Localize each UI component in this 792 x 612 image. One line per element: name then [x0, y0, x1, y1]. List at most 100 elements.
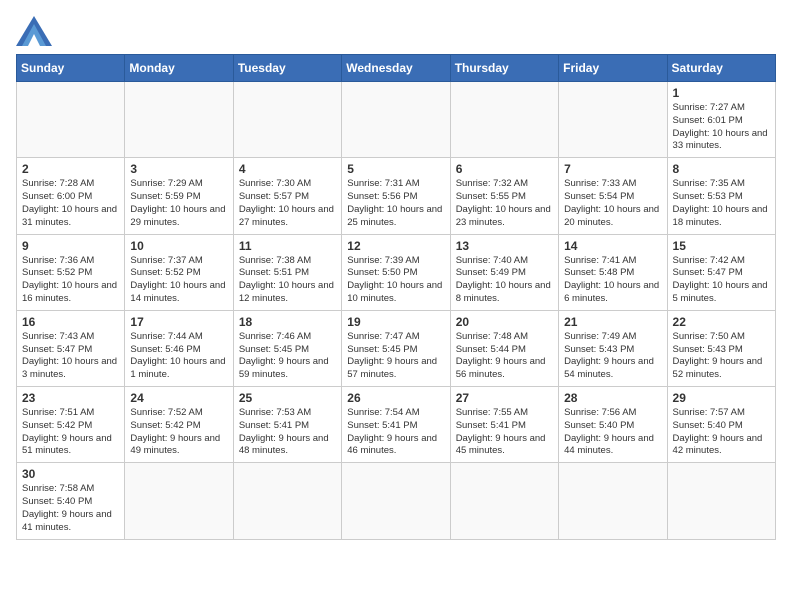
day-cell: [125, 463, 233, 539]
day-number: 19: [347, 315, 444, 329]
day-cell: 7 Sunrise: 7:33 AM Sunset: 5:54 PM Daylig…: [559, 158, 667, 234]
day-cell: 27Sunrise: 7:55 AM Sunset: 5:41 PM Dayli…: [450, 387, 558, 463]
header-row: SundayMondayTuesdayWednesdayThursdayFrid…: [17, 55, 776, 82]
day-cell: [233, 82, 341, 158]
logo: [16, 16, 56, 46]
day-number: 21: [564, 315, 661, 329]
day-info: Sunrise: 7:50 AM Sunset: 5:43 PM Dayligh…: [673, 331, 770, 382]
day-number: 1: [673, 86, 770, 100]
day-number: 11: [239, 239, 336, 253]
day-info: Sunrise: 7:46 AM Sunset: 5:45 PM Dayligh…: [239, 331, 336, 382]
day-number: 17: [130, 315, 227, 329]
col-header-tuesday: Tuesday: [233, 55, 341, 82]
day-cell: [233, 463, 341, 539]
day-number: 22: [673, 315, 770, 329]
day-cell: 10 Sunrise: 7:37 AM Sunset: 5:52 PM Dayli…: [125, 234, 233, 310]
col-header-monday: Monday: [125, 55, 233, 82]
day-info: Sunrise: 7:33 AM Sunset: 5:54 PM Dayligh…: [564, 178, 661, 229]
day-info: Sunrise: 7:40 AM Sunset: 5:49 PM Dayligh…: [456, 255, 553, 306]
day-cell: 1 Sunrise: 7:27 AM Sunset: 6:01 PM Daylig…: [667, 82, 775, 158]
day-cell: 21 Sunrise: 7:49 AM Sunset: 5:43 PM Dayli…: [559, 310, 667, 386]
day-cell: [342, 463, 450, 539]
logo-icon: [16, 16, 52, 46]
day-cell: [450, 82, 558, 158]
day-info: Sunrise: 7:49 AM Sunset: 5:43 PM Dayligh…: [564, 331, 661, 382]
day-cell: [667, 463, 775, 539]
day-info: Sunrise: 7:27 AM Sunset: 6:01 PM Dayligh…: [673, 102, 770, 153]
day-cell: [559, 463, 667, 539]
day-cell: 26 Sunrise: 7:54 AM Sunset: 5:41 PM Dayli…: [342, 387, 450, 463]
day-info: Sunrise: 7:52 AM Sunset: 5:42 PM Dayligh…: [130, 407, 227, 458]
day-cell: 13Sunrise: 7:40 AM Sunset: 5:49 PM Dayli…: [450, 234, 558, 310]
week-row-1: 2 Sunrise: 7:28 AM Sunset: 6:00 PM Daylig…: [17, 158, 776, 234]
day-info: Sunrise: 7:43 AM Sunset: 5:47 PM Dayligh…: [22, 331, 119, 382]
week-row-4: 23Sunrise: 7:51 AM Sunset: 5:42 PM Dayli…: [17, 387, 776, 463]
day-cell: 12 Sunrise: 7:39 AM Sunset: 5:50 PM Dayli…: [342, 234, 450, 310]
day-info: Sunrise: 7:30 AM Sunset: 5:57 PM Dayligh…: [239, 178, 336, 229]
day-number: 18: [239, 315, 336, 329]
day-cell: [450, 463, 558, 539]
week-row-5: 30 Sunrise: 7:58 AM Sunset: 5:40 PM Dayli…: [17, 463, 776, 539]
day-number: 28: [564, 391, 661, 405]
day-info: Sunrise: 7:31 AM Sunset: 5:56 PM Dayligh…: [347, 178, 444, 229]
day-cell: 29 Sunrise: 7:57 AM Sunset: 5:40 PM Dayli…: [667, 387, 775, 463]
day-info: Sunrise: 7:51 AM Sunset: 5:42 PM Dayligh…: [22, 407, 119, 458]
day-info: Sunrise: 7:29 AM Sunset: 5:59 PM Dayligh…: [130, 178, 227, 229]
day-info: Sunrise: 7:38 AM Sunset: 5:51 PM Dayligh…: [239, 255, 336, 306]
day-number: 29: [673, 391, 770, 405]
day-cell: 24 Sunrise: 7:52 AM Sunset: 5:42 PM Dayli…: [125, 387, 233, 463]
week-row-2: 9 Sunrise: 7:36 AM Sunset: 5:52 PM Daylig…: [17, 234, 776, 310]
day-number: 24: [130, 391, 227, 405]
col-header-thursday: Thursday: [450, 55, 558, 82]
day-number: 12: [347, 239, 444, 253]
day-cell: [125, 82, 233, 158]
day-cell: 4 Sunrise: 7:30 AM Sunset: 5:57 PM Daylig…: [233, 158, 341, 234]
day-cell: 5Sunrise: 7:31 AM Sunset: 5:56 PM Daylig…: [342, 158, 450, 234]
day-info: Sunrise: 7:39 AM Sunset: 5:50 PM Dayligh…: [347, 255, 444, 306]
day-info: Sunrise: 7:57 AM Sunset: 5:40 PM Dayligh…: [673, 407, 770, 458]
day-cell: 23Sunrise: 7:51 AM Sunset: 5:42 PM Dayli…: [17, 387, 125, 463]
day-cell: 9 Sunrise: 7:36 AM Sunset: 5:52 PM Daylig…: [17, 234, 125, 310]
day-number: 6: [456, 162, 553, 176]
day-cell: 3 Sunrise: 7:29 AM Sunset: 5:59 PM Daylig…: [125, 158, 233, 234]
day-info: Sunrise: 7:44 AM Sunset: 5:46 PM Dayligh…: [130, 331, 227, 382]
day-cell: [17, 82, 125, 158]
day-cell: 18 Sunrise: 7:46 AM Sunset: 5:45 PM Dayli…: [233, 310, 341, 386]
day-info: Sunrise: 7:37 AM Sunset: 5:52 PM Dayligh…: [130, 255, 227, 306]
day-number: 9: [22, 239, 119, 253]
page: SundayMondayTuesdayWednesdayThursdayFrid…: [16, 16, 776, 540]
col-header-saturday: Saturday: [667, 55, 775, 82]
day-info: Sunrise: 7:47 AM Sunset: 5:45 PM Dayligh…: [347, 331, 444, 382]
day-number: 2: [22, 162, 119, 176]
day-number: 30: [22, 467, 119, 481]
day-info: Sunrise: 7:36 AM Sunset: 5:52 PM Dayligh…: [22, 255, 119, 306]
day-info: Sunrise: 7:58 AM Sunset: 5:40 PM Dayligh…: [22, 483, 119, 534]
day-number: 14: [564, 239, 661, 253]
day-cell: 28Sunrise: 7:56 AM Sunset: 5:40 PM Dayli…: [559, 387, 667, 463]
day-info: Sunrise: 7:54 AM Sunset: 5:41 PM Dayligh…: [347, 407, 444, 458]
day-number: 16: [22, 315, 119, 329]
day-number: 15: [673, 239, 770, 253]
day-info: Sunrise: 7:41 AM Sunset: 5:48 PM Dayligh…: [564, 255, 661, 306]
day-number: 7: [564, 162, 661, 176]
day-number: 3: [130, 162, 227, 176]
day-cell: 6Sunrise: 7:32 AM Sunset: 5:55 PM Daylig…: [450, 158, 558, 234]
day-cell: 16 Sunrise: 7:43 AM Sunset: 5:47 PM Dayli…: [17, 310, 125, 386]
day-info: Sunrise: 7:55 AM Sunset: 5:41 PM Dayligh…: [456, 407, 553, 458]
col-header-wednesday: Wednesday: [342, 55, 450, 82]
calendar-table: SundayMondayTuesdayWednesdayThursdayFrid…: [16, 54, 776, 540]
day-cell: [342, 82, 450, 158]
day-cell: 8Sunrise: 7:35 AM Sunset: 5:53 PM Daylig…: [667, 158, 775, 234]
day-number: 10: [130, 239, 227, 253]
day-info: Sunrise: 7:48 AM Sunset: 5:44 PM Dayligh…: [456, 331, 553, 382]
day-cell: 20Sunrise: 7:48 AM Sunset: 5:44 PM Dayli…: [450, 310, 558, 386]
day-cell: [559, 82, 667, 158]
day-number: 25: [239, 391, 336, 405]
day-number: 4: [239, 162, 336, 176]
day-number: 26: [347, 391, 444, 405]
day-number: 8: [673, 162, 770, 176]
day-cell: 15Sunrise: 7:42 AM Sunset: 5:47 PM Dayli…: [667, 234, 775, 310]
day-info: Sunrise: 7:28 AM Sunset: 6:00 PM Dayligh…: [22, 178, 119, 229]
col-header-sunday: Sunday: [17, 55, 125, 82]
header: [16, 16, 776, 46]
